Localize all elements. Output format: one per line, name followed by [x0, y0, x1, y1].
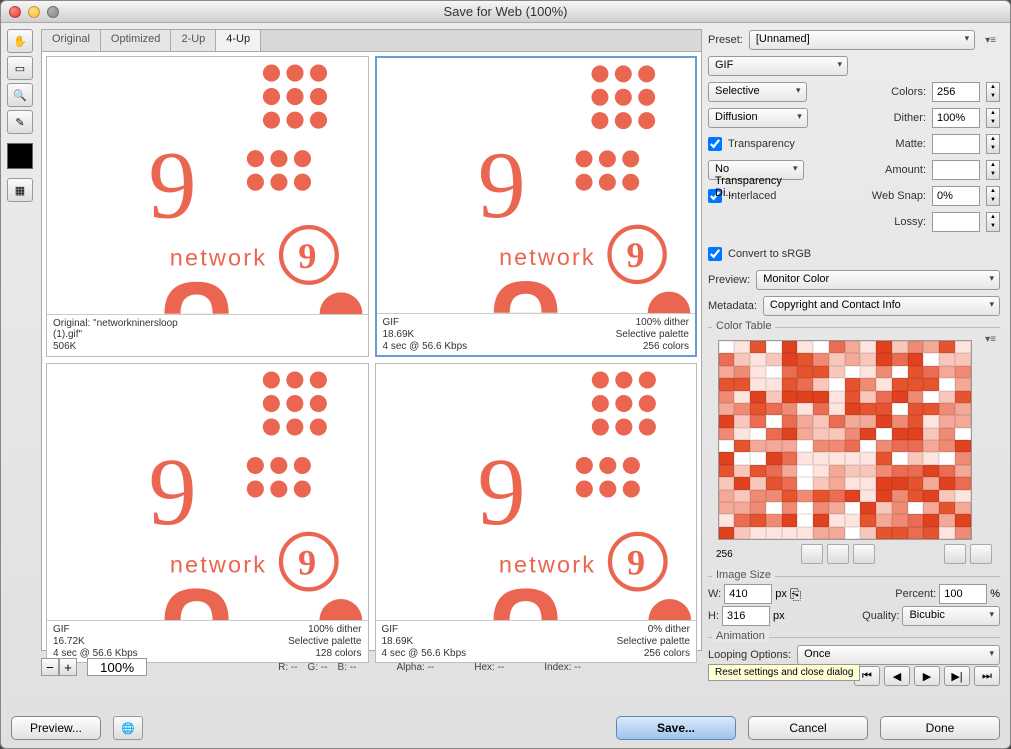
preset-menu-icon[interactable]: ▾≡	[981, 35, 1000, 46]
animation-label: Animation	[712, 630, 769, 642]
svg-text:9: 9	[477, 438, 525, 545]
play-button[interactable]: ▶	[914, 666, 940, 686]
svg-text:network: network	[499, 244, 596, 270]
preview-thumb: 9 network 9	[47, 57, 368, 314]
preview-grid: 9 network 9 Original: "networkninersloop…	[41, 51, 702, 651]
preset-select[interactable]: [Unnamed]	[749, 30, 975, 50]
tab-2up[interactable]: 2-Up	[171, 30, 216, 51]
transparency-dither-select[interactable]: No Transparency Di...	[708, 160, 804, 180]
amount-stepper: ▲▼	[986, 160, 1000, 180]
dither-method-select[interactable]: Diffusion	[708, 108, 808, 128]
preview-thumb: 9 network 9	[47, 364, 368, 620]
format-select[interactable]: GIF	[708, 56, 848, 76]
status-bar: − + R: -- G: -- B: -- Alpha: -- Hex: -- …	[41, 655, 702, 679]
tab-original[interactable]: Original	[42, 30, 101, 51]
prev-frame-button[interactable]: ◀	[884, 666, 910, 686]
toggle-slices-button[interactable]: ▦	[7, 178, 33, 202]
preview-pane-3[interactable]: 9 network 9 GIF0% dither 18.69KSelective…	[375, 363, 698, 663]
zoom-field[interactable]	[87, 658, 147, 676]
window-title: Save for Web (100%)	[1, 4, 1010, 19]
colors-stepper[interactable]: ▲▼	[986, 82, 1000, 102]
color-table-menu-icon[interactable]: ▾≡	[981, 334, 1000, 345]
ct-snap-button[interactable]	[801, 544, 823, 564]
tool-column: ✋ ▭ 🔍 ✎ ▦	[7, 29, 35, 702]
link-icon[interactable]: ⎘	[790, 586, 801, 603]
preview-tabs: Original Optimized 2-Up 4-Up	[41, 29, 702, 51]
lossy-field	[932, 212, 980, 232]
titlebar: Save for Web (100%)	[1, 1, 1010, 23]
last-frame-button[interactable]: ⏭	[974, 666, 1000, 686]
browser-preview-icon[interactable]: 🌐	[113, 716, 143, 740]
color-reduction-select[interactable]: Selective	[708, 82, 807, 102]
looping-select[interactable]: Once	[797, 645, 1000, 665]
color-count: 256	[716, 549, 733, 560]
preset-label: Preset:	[708, 34, 743, 46]
zoom-in-button[interactable]: +	[59, 658, 77, 676]
svg-text:9: 9	[298, 236, 316, 276]
svg-text:9: 9	[477, 132, 525, 238]
svg-text:network: network	[170, 245, 267, 271]
color-table-grid[interactable]	[718, 340, 972, 540]
cancel-button[interactable]: Cancel	[748, 716, 868, 740]
zoom-tool[interactable]: 🔍	[7, 83, 33, 107]
svg-text:9: 9	[627, 542, 645, 582]
zoom-out-button[interactable]: −	[41, 658, 59, 676]
save-button[interactable]: Save...	[616, 716, 736, 740]
eyedropper-tool[interactable]: ✎	[7, 110, 33, 134]
amount-field	[932, 160, 980, 180]
quality-select[interactable]: Bicubic	[902, 606, 1000, 626]
ct-delete-button[interactable]	[970, 544, 992, 564]
preview-thumb: 9 network 9	[376, 364, 697, 620]
svg-text:network: network	[498, 551, 595, 577]
svg-text:9: 9	[626, 235, 644, 275]
ct-map-button[interactable]	[853, 544, 875, 564]
convert-srgb-checkbox[interactable]	[708, 247, 722, 261]
svg-text:9: 9	[148, 438, 196, 545]
preview-pane-original[interactable]: 9 network 9 Original: "networkninersloop…	[46, 56, 369, 357]
hand-tool[interactable]: ✋	[7, 29, 33, 53]
preview-button[interactable]: Preview...	[11, 716, 101, 740]
svg-text:9: 9	[298, 542, 316, 582]
matte-stepper[interactable]: ▲▼	[986, 134, 1000, 154]
pane-info: Original: "networkninersloop (1).gif"	[53, 318, 203, 340]
tooltip: Reset settings and close dialog	[708, 664, 860, 681]
eyedropper-color-swatch[interactable]	[7, 143, 33, 169]
slice-select-tool[interactable]: ▭	[7, 56, 33, 80]
done-button[interactable]: Done	[880, 716, 1000, 740]
tab-4up[interactable]: 4-Up	[216, 30, 261, 51]
ct-new-button[interactable]	[944, 544, 966, 564]
websnap-stepper[interactable]: ▲▼	[986, 186, 1000, 206]
dither-field[interactable]	[932, 108, 980, 128]
image-size-label: Image Size	[712, 569, 775, 581]
next-frame-button[interactable]: ▶|	[944, 666, 970, 686]
color-table-label: Color Table	[712, 320, 775, 332]
preview-pane-2[interactable]: 9 network 9 GIF100% dither 16.72KSelecti…	[46, 363, 369, 663]
height-field[interactable]	[722, 606, 770, 626]
metadata-select[interactable]: Copyright and Contact Info	[763, 296, 1000, 316]
preview-select[interactable]: Monitor Color	[756, 270, 1000, 290]
settings-panel: Preset: [Unnamed] ▾≡ GIF Selective Color…	[708, 29, 1004, 702]
ct-lock-button[interactable]	[827, 544, 849, 564]
tab-optimized[interactable]: Optimized	[101, 30, 172, 51]
colors-field[interactable]	[932, 82, 980, 102]
dither-stepper[interactable]: ▲▼	[986, 108, 1000, 128]
svg-text:network: network	[170, 551, 267, 577]
matte-select[interactable]	[932, 134, 980, 154]
preview-thumb: 9 network 9	[377, 58, 696, 313]
percent-field[interactable]	[939, 584, 987, 604]
transparency-checkbox[interactable]	[708, 137, 722, 151]
svg-text:9: 9	[148, 131, 196, 238]
websnap-field[interactable]	[932, 186, 980, 206]
lossy-stepper: ▲▼	[986, 212, 1000, 232]
width-field[interactable]	[724, 584, 772, 604]
preview-pane-1[interactable]: 9 network 9 GIF100% dither 18.69KSelecti…	[375, 56, 698, 357]
